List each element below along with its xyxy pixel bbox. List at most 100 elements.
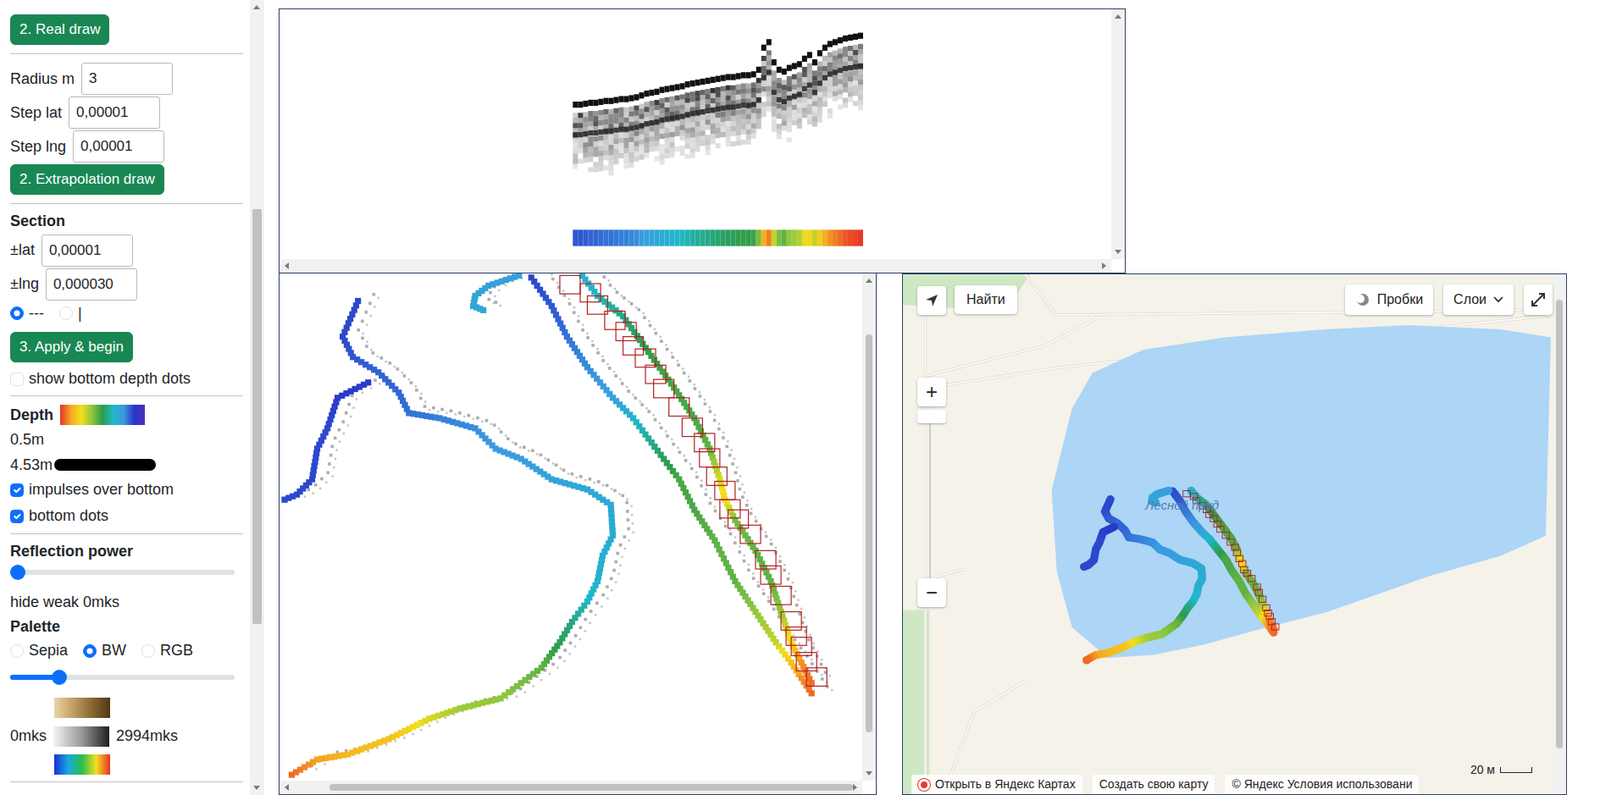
impulse-dot	[733, 541, 737, 545]
slider-thumb[interactable]	[51, 669, 67, 686]
echo-pixel	[730, 116, 737, 122]
field-row: Step lat	[10, 96, 244, 129]
radio-label[interactable]: BW	[101, 639, 127, 663]
impulse-dot	[728, 453, 732, 458]
depth-color-cell	[827, 229, 833, 246]
scroll-down-icon[interactable]	[253, 786, 261, 791]
checkbox[interactable]	[10, 509, 24, 524]
impulse-dot	[665, 348, 670, 352]
checkbox-label[interactable]: show bottom depth dots	[28, 369, 191, 389]
checkbox-label[interactable]: impulses over bottom	[28, 480, 174, 500]
scroll-left-icon[interactable]	[284, 784, 289, 792]
radio-button[interactable]	[83, 644, 97, 659]
track-vscroll[interactable]	[862, 273, 876, 781]
text-field[interactable]	[41, 234, 133, 267]
text-field[interactable]	[72, 130, 165, 163]
section-heading: Reflection power	[10, 542, 244, 562]
echo-pixel	[648, 126, 654, 132]
echo-pixel	[710, 118, 716, 124]
impulse-dot	[519, 446, 521, 449]
map-panel[interactable]: НайтиПробкиСлои+−Лесной пруд20 мОткрыть …	[902, 273, 1567, 795]
checkbox-row[interactable]: impulses over bottom	[10, 480, 244, 500]
action-button[interactable]: 3. Apply & begin	[10, 332, 133, 363]
scroll-right-icon[interactable]	[1101, 262, 1107, 270]
scroll-right-icon[interactable]	[852, 784, 858, 792]
radio-label[interactable]: RGB	[160, 639, 194, 663]
scroll-up-icon[interactable]	[1114, 14, 1122, 19]
impulse-dot	[820, 674, 823, 676]
echo-pixel	[608, 109, 614, 115]
track-line	[470, 273, 522, 314]
echogram-vscroll[interactable]	[1111, 9, 1125, 260]
radio-button[interactable]	[141, 644, 156, 659]
radio-option[interactable]: ---	[10, 302, 45, 326]
radio-button[interactable]	[10, 306, 24, 321]
scroll-thumb[interactable]	[329, 784, 853, 792]
radio-label[interactable]: Sepia	[28, 639, 68, 663]
scroll-up-icon[interactable]	[253, 5, 261, 10]
bottom-ping	[690, 80, 696, 87]
echo-pixel	[822, 96, 828, 102]
echo-pixel	[680, 150, 686, 156]
scroll-down-icon[interactable]	[865, 771, 873, 776]
impulse-dot	[373, 305, 376, 308]
second-echo	[776, 97, 782, 103]
second-echo	[623, 127, 629, 133]
impulse-dot	[378, 382, 381, 385]
radio-label[interactable]: ---	[28, 302, 45, 326]
echo-pixel	[771, 127, 777, 133]
echo-pixel	[771, 116, 777, 122]
echo-pixel	[730, 121, 737, 127]
scroll-thumb[interactable]	[252, 209, 262, 625]
echo-pixel	[812, 116, 818, 122]
radio-button[interactable]	[10, 644, 24, 659]
slider-thumb[interactable]	[10, 564, 26, 581]
radio-option[interactable]: Sepia	[10, 639, 68, 663]
slider[interactable]	[10, 564, 235, 582]
echo-pixel	[710, 113, 716, 119]
echo-pixel	[847, 50, 853, 56]
radio-label[interactable]: |	[77, 302, 83, 326]
checkbox[interactable]	[10, 372, 24, 387]
checkbox[interactable]	[10, 483, 24, 498]
action-button[interactable]: 2. Real draw	[10, 14, 110, 45]
action-button[interactable]: 2. Extrapolation draw	[10, 164, 165, 195]
echo-pixel	[582, 116, 588, 122]
echo-pixel	[608, 114, 614, 120]
echo-pixel	[669, 142, 676, 148]
checkbox-row[interactable]: bottom dots	[10, 506, 244, 526]
track-line	[288, 298, 616, 779]
checkbox-label[interactable]: bottom dots	[28, 506, 109, 526]
text-field[interactable]	[81, 62, 173, 95]
text-field[interactable]	[68, 96, 161, 129]
scroll-thumb[interactable]	[865, 334, 873, 733]
depth-title: Depth	[10, 405, 54, 426]
radio-option[interactable]: |	[59, 302, 83, 326]
checkbox-row[interactable]: show bottom depth dots	[10, 369, 244, 389]
echo-pixel	[720, 91, 726, 97]
bottom-ping	[572, 101, 578, 108]
impulse-dot	[504, 284, 507, 287]
track-hscroll[interactable]	[279, 780, 863, 795]
sidebar-scrollbar[interactable]	[249, 0, 265, 795]
impulse-dot	[472, 418, 475, 421]
radio-option[interactable]: RGB	[141, 639, 194, 663]
bottom-ping	[776, 66, 782, 73]
section-square	[645, 365, 666, 384]
impulse-dot	[608, 279, 610, 282]
impulse-dot	[708, 502, 713, 506]
impulse-dot	[563, 660, 565, 663]
text-field[interactable]	[45, 268, 138, 301]
echogram-hscroll[interactable]	[279, 259, 1112, 273]
radio-button[interactable]	[59, 306, 73, 321]
depth-color-cell	[705, 229, 711, 246]
second-echo	[618, 127, 624, 133]
echo-pixel	[658, 128, 665, 134]
scroll-left-icon[interactable]	[284, 262, 289, 270]
radio-option[interactable]: BW	[83, 639, 127, 663]
impulse-dot	[401, 371, 404, 374]
scroll-down-icon[interactable]	[1114, 249, 1122, 255]
depth-color-cell	[597, 229, 604, 246]
scroll-up-icon[interactable]	[865, 278, 873, 283]
slider[interactable]	[10, 669, 235, 687]
